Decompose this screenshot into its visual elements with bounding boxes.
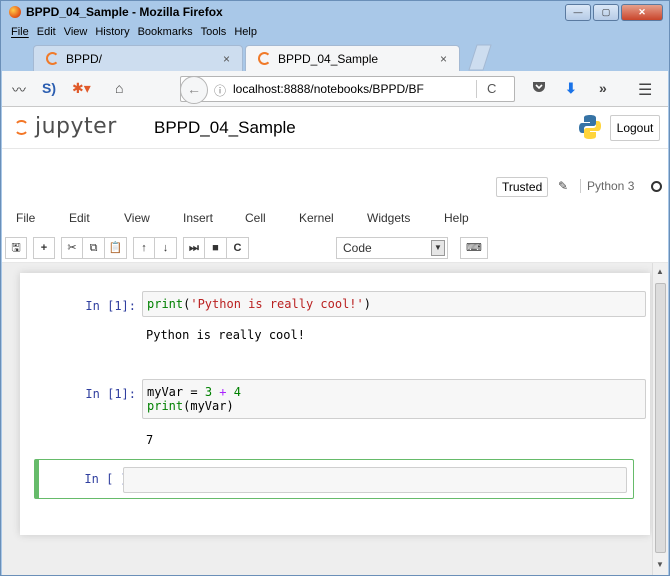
- new-tab-button[interactable]: [467, 43, 493, 71]
- menu-history[interactable]: History: [95, 26, 129, 38]
- scroll-down-icon[interactable]: ▼: [656, 560, 664, 569]
- url-separator: [476, 80, 477, 98]
- insert-cell-icon[interactable]: +: [33, 237, 55, 259]
- scroll-up-icon[interactable]: ▲: [656, 267, 664, 276]
- code-cell-2[interactable]: In [1]: myVar = 3 + 4 print(myVar) 7: [36, 379, 646, 459]
- jupyter-logo-icon[interactable]: [14, 120, 29, 135]
- scrollbar-thumb[interactable]: [655, 283, 666, 553]
- tab-label: BPPD_04_Sample: [278, 51, 379, 66]
- tab-strip: BPPD/ × BPPD_04_Sample ×: [5, 43, 665, 71]
- code-cell-1[interactable]: In [1]: print('Python is really cool!') …: [36, 291, 646, 347]
- keyboard-icon[interactable]: ⌨: [460, 237, 488, 259]
- copy-icon[interactable]: ⧉: [83, 237, 105, 259]
- browser-window: BPPD_04_Sample - Mozilla Firefox — ▢ ✕ F…: [0, 0, 670, 576]
- back-button[interactable]: ←: [180, 76, 208, 104]
- vertical-scrollbar[interactable]: ▲ ▼: [652, 263, 668, 575]
- menu-help[interactable]: Help: [234, 26, 257, 38]
- jupyter-favicon-icon: [46, 52, 59, 65]
- jmenu-help[interactable]: Help: [444, 207, 469, 229]
- cell-output: Python is really cool!: [146, 328, 305, 342]
- jmenu-kernel[interactable]: Kernel: [299, 207, 334, 229]
- addon-icon[interactable]: ✱▾: [72, 80, 91, 97]
- cell-prompt: In [1]:: [85, 387, 136, 401]
- jmenu-file[interactable]: File: [16, 207, 35, 229]
- tab-label: BPPD/: [66, 51, 103, 66]
- jmenu-view[interactable]: View: [124, 207, 150, 229]
- close-window-button[interactable]: ✕: [621, 4, 663, 21]
- notebook-container: In [1]: print('Python is really cool!') …: [20, 273, 650, 535]
- reload-icon[interactable]: C: [487, 81, 496, 96]
- tab-bppd[interactable]: BPPD/ ×: [33, 45, 243, 71]
- move-up-icon[interactable]: ↑: [133, 237, 155, 259]
- cell-type-select[interactable]: Code ▼: [336, 237, 448, 259]
- restart-icon[interactable]: C: [227, 237, 249, 259]
- download-icon[interactable]: ⬇: [565, 80, 577, 97]
- logout-button[interactable]: Logout: [610, 115, 660, 141]
- url-text[interactable]: localhost:8888/notebooks/BPPD/BF: [233, 82, 448, 96]
- kernel-name: Python 3: [580, 179, 634, 193]
- move-down-icon[interactable]: ↓: [155, 237, 177, 259]
- firefox-logo-icon: [9, 6, 21, 18]
- cell-input[interactable]: [123, 467, 627, 493]
- jupyter-toolbar: 🖫 + ✂ ⧉ 📋 ↑ ↓ ⏭ ■ C Code ▼ ⌨: [2, 235, 668, 263]
- navigation-toolbar: 〰 S) ✱▾ ⌂ ← ⓘ localhost:8888/notebooks/B…: [2, 71, 668, 107]
- jupyter-menubar: File Edit View Insert Cell Kernel Widget…: [2, 207, 668, 231]
- save-icon[interactable]: 🖫: [5, 237, 27, 259]
- kernel-status-row: Trusted ✎ Python 3: [2, 175, 668, 199]
- cell-output: 7: [146, 433, 154, 447]
- python-logo-icon: [579, 115, 601, 139]
- pocket-icon[interactable]: [532, 80, 546, 97]
- kernel-idle-indicator-icon: [651, 181, 662, 192]
- cell-input[interactable]: myVar = 3 + 4 print(myVar): [142, 379, 646, 419]
- edit-pencil-icon[interactable]: ✎: [558, 179, 568, 193]
- home-icon[interactable]: ⌂: [115, 80, 123, 96]
- cell-prompt: In [1]:: [85, 299, 136, 313]
- jmenu-cell[interactable]: Cell: [245, 207, 266, 229]
- notebook-area: In [1]: print('Python is really cool!') …: [2, 263, 652, 575]
- overflow-chevron-icon[interactable]: »: [599, 80, 607, 96]
- jupyter-header: jupyter BPPD_04_Sample Logout: [2, 107, 668, 149]
- dropdown-arrow-icon[interactable]: ▼: [431, 240, 445, 256]
- jupyter-favicon-icon: [258, 52, 271, 65]
- menu-edit[interactable]: Edit: [37, 26, 56, 38]
- rss-icon[interactable]: 〰: [12, 80, 26, 100]
- cell-prompt: In [ ]:: [84, 472, 135, 486]
- menu-file[interactable]: File: [11, 26, 29, 38]
- trusted-badge[interactable]: Trusted: [496, 177, 549, 197]
- browser-menubar: File Edit View History Bookmarks Tools H…: [11, 23, 257, 41]
- menu-bookmarks[interactable]: Bookmarks: [138, 26, 193, 38]
- menu-view[interactable]: View: [64, 26, 88, 38]
- jmenu-widgets[interactable]: Widgets: [367, 207, 410, 229]
- window-title: BPPD_04_Sample - Mozilla Firefox: [26, 5, 223, 19]
- title-bar: BPPD_04_Sample - Mozilla Firefox — ▢ ✕: [1, 1, 669, 23]
- run-icon[interactable]: ⏭: [183, 237, 205, 259]
- maximize-button[interactable]: ▢: [593, 4, 619, 21]
- cell-input[interactable]: print('Python is really cool!'): [142, 291, 646, 317]
- paste-icon[interactable]: 📋: [105, 237, 127, 259]
- stop-icon[interactable]: ■: [205, 237, 227, 259]
- sync-extension-icon[interactable]: S): [42, 80, 56, 96]
- minimize-button[interactable]: —: [565, 4, 591, 21]
- code-cell-3-selected[interactable]: In [ ]:: [34, 459, 634, 499]
- cell-type-value: Code: [343, 241, 372, 255]
- close-tab-icon[interactable]: ×: [440, 52, 447, 66]
- tab-bppd-04-sample[interactable]: BPPD_04_Sample ×: [245, 45, 460, 71]
- hamburger-menu-icon[interactable]: ☰: [638, 80, 652, 100]
- jupyter-page: jupyter BPPD_04_Sample Logout Trusted ✎ …: [2, 107, 668, 575]
- jmenu-insert[interactable]: Insert: [183, 207, 213, 229]
- url-bar[interactable]: ← ⓘ localhost:8888/notebooks/BPPD/BF C: [180, 76, 515, 104]
- close-tab-icon[interactable]: ×: [223, 52, 230, 66]
- jmenu-edit[interactable]: Edit: [69, 207, 90, 229]
- menu-tools[interactable]: Tools: [201, 26, 227, 38]
- jupyter-logo-text[interactable]: jupyter: [35, 114, 117, 139]
- info-icon[interactable]: ⓘ: [214, 82, 226, 99]
- cut-icon[interactable]: ✂: [61, 237, 83, 259]
- notebook-name[interactable]: BPPD_04_Sample: [154, 118, 296, 138]
